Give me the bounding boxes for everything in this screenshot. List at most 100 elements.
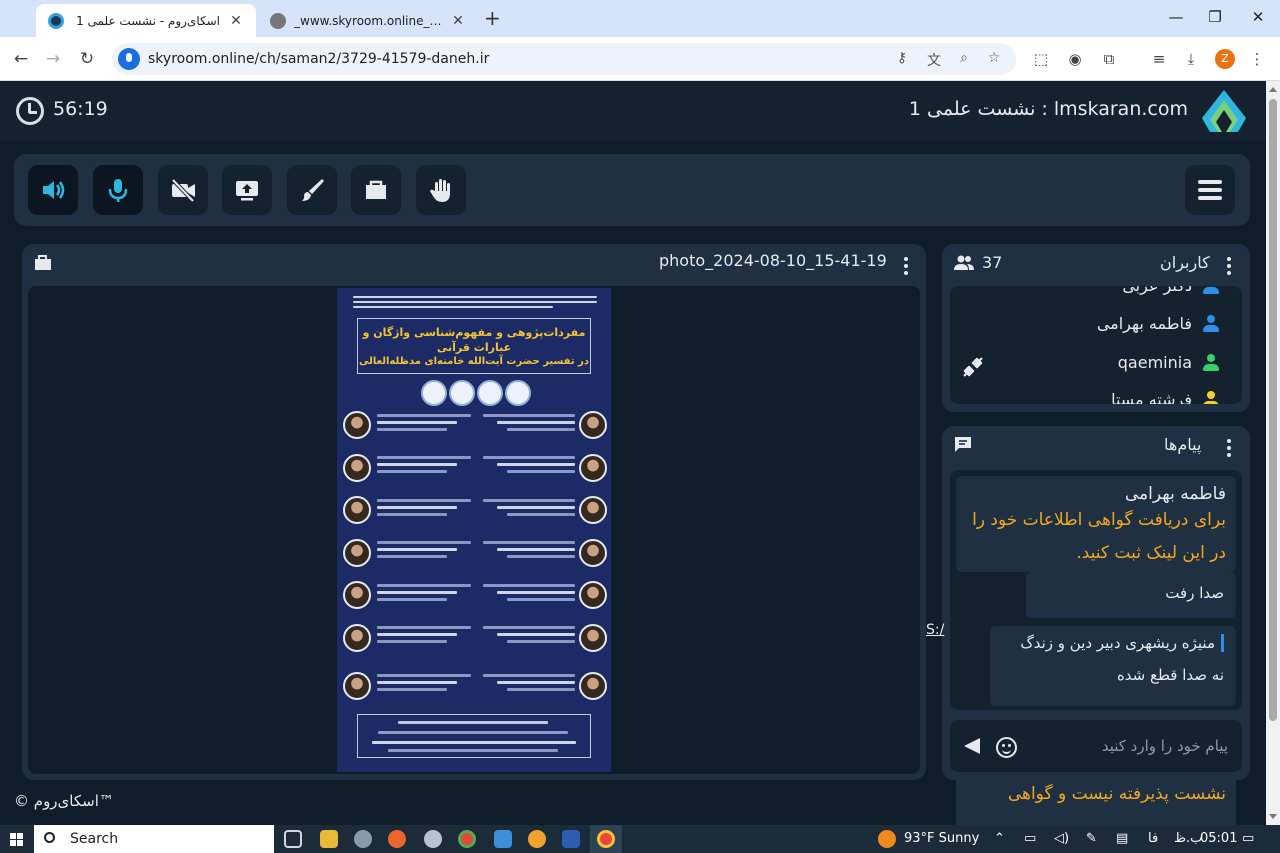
app-icon[interactable] [494,830,512,848]
document-viewer[interactable]: مفردات‌پژوهی و مفهوم‌شناسی واژگان و عبار… [28,286,920,774]
notification-icon[interactable]: ▭ [1242,831,1254,846]
volume-icon[interactable]: ◁) [1054,831,1069,846]
users-count: 37 [982,253,1003,272]
user-row[interactable]: دکتر عربی [1122,286,1220,295]
users-icon [954,255,974,270]
scrollbar-thumb[interactable] [1269,99,1277,721]
speaker-photo [343,454,371,482]
raise-hand-button[interactable] [416,165,466,215]
whiteboard-button[interactable] [287,165,337,215]
scroll-up-icon[interactable] [1269,87,1277,92]
screen-share-button[interactable] [222,165,272,215]
extension-icon[interactable]: ⬚ [1030,50,1052,68]
emoji-icon[interactable] [996,737,1017,758]
tab-title: _www.skyroom.online_713_bd9 [294,13,442,28]
tab-close-icon[interactable]: ✕ [450,13,466,29]
session-timer: 56:19 [53,98,108,120]
maximize-button[interactable]: ❐ [1205,8,1225,26]
scroll-down-icon[interactable] [1269,814,1277,819]
network-icon[interactable]: ▤ [1116,831,1128,846]
weather-icon[interactable] [878,830,896,848]
browser-menu-icon[interactable]: ⋮ [1246,50,1268,68]
logo-badge [421,380,447,406]
disconnected-plug-icon [963,357,983,377]
translate-icon[interactable]: 文 [924,50,944,70]
new-tab-button[interactable]: + [484,6,501,30]
lmskaran-logo-icon [1202,90,1246,132]
weather-text[interactable]: 93°F Sunny [904,831,979,846]
app-icon[interactable] [528,830,546,848]
stray-link-text[interactable]: S:/ [926,622,944,638]
files-button[interactable] [351,165,401,215]
extensions-puzzle-icon[interactable]: ⧉ [1098,50,1120,68]
bookmark-star-icon[interactable]: ☆ [984,50,1004,66]
windows-taskbar: Search 93°F Sunny ⌃ ▭ ◁) ✎ ▤ فا ب.ظ 05:0… [0,825,1280,853]
message-input[interactable]: پیام خود را وارد کنید [1102,737,1228,755]
tab-title: اسکای‌روم - نشست علمی 1 [76,13,220,28]
page-scrollbar[interactable] [1266,81,1280,825]
media-control-icon[interactable]: ≡ [1148,50,1170,68]
word-icon[interactable] [562,830,580,848]
user-row[interactable]: فاطمه بهرامی [1097,314,1220,333]
speaker-photo [579,672,607,700]
speaker-photo [343,624,371,652]
firefox-icon[interactable] [388,830,406,848]
clock-icon [16,97,44,125]
app-icon[interactable] [354,830,372,848]
camera-button[interactable] [158,165,208,215]
minimize-button[interactable]: — [1166,8,1186,26]
skyroom-favicon-icon [48,12,64,29]
user-icon [1202,286,1220,295]
speaker-button[interactable] [28,165,78,215]
address-bar[interactable]: skyroom.online/ch/saman2/3729-41579-dane… [112,43,1016,75]
extension-icon[interactable]: ◉ [1064,50,1086,68]
users-menu-icon[interactable] [1227,257,1231,278]
back-icon[interactable]: ← [10,49,32,69]
url-text: skyroom.online/ch/saman2/3729-41579-dane… [148,51,490,67]
profile-avatar[interactable]: Z [1215,49,1235,69]
battery-icon[interactable]: ▭ [1024,831,1036,846]
taskbar-active-app[interactable] [590,825,622,853]
pen-icon[interactable]: ✎ [1086,831,1097,846]
app-icon[interactable] [424,830,442,848]
control-bar [14,154,1250,226]
user-row[interactable]: فرشته مستا [1111,390,1220,404]
tab-close-icon[interactable]: ✕ [228,13,244,29]
message-bubble: فاطمه بهرامی برای دریافت گواهی اطلاعات خ… [956,476,1236,572]
browser-tab-active[interactable]: اسکای‌روم - نشست علمی 1 ✕ [36,4,256,37]
event-poster: مفردات‌پژوهی و مفهوم‌شناسی واژگان و عبار… [337,288,611,772]
message-reply-quote: منیژه ریشهری دبیر دین و زندگ [1002,634,1224,652]
taskbar-search[interactable]: Search [34,825,274,853]
zoom-icon[interactable]: ⌕ [954,50,974,66]
messages-menu-icon[interactable] [1227,439,1231,460]
document-menu-icon[interactable] [904,257,908,278]
speaker-photo [579,581,607,609]
speaker-photo [579,454,607,482]
hamburger-menu-button[interactable] [1185,165,1235,215]
chrome-icon[interactable] [458,830,476,848]
language-indicator[interactable]: فا [1148,831,1158,846]
speaker-photo [343,539,371,567]
browser-tab-inactive[interactable]: _www.skyroom.online_713_bd9 ✕ [258,4,478,37]
download-icon[interactable]: ⤓ [1180,50,1202,68]
search-icon [44,832,55,843]
site-info-icon[interactable] [118,48,140,70]
time-ampm[interactable]: ب.ظ [1174,831,1202,846]
user-row[interactable]: qaeminia [1118,353,1220,372]
key-icon[interactable]: ⚷ [892,50,912,66]
camera-off-icon [171,178,195,203]
send-icon[interactable] [964,738,980,754]
clock-time[interactable]: 05:01 [1200,831,1237,846]
file-explorer-icon[interactable] [320,830,338,848]
mic-button[interactable] [93,165,143,215]
message-text: صدا رفت [1165,584,1224,602]
globe-icon [270,12,286,29]
reload-icon[interactable]: ↻ [76,49,98,69]
logo-badge [505,380,531,406]
forward-icon[interactable]: → [42,49,64,69]
close-window-button[interactable]: ✕ [1248,8,1268,26]
task-view-icon[interactable] [284,830,302,848]
tray-overflow-icon[interactable]: ⌃ [994,831,1005,846]
message-input-bar: پیام خود را وارد کنید [950,720,1242,772]
windows-start-icon[interactable] [10,833,24,847]
